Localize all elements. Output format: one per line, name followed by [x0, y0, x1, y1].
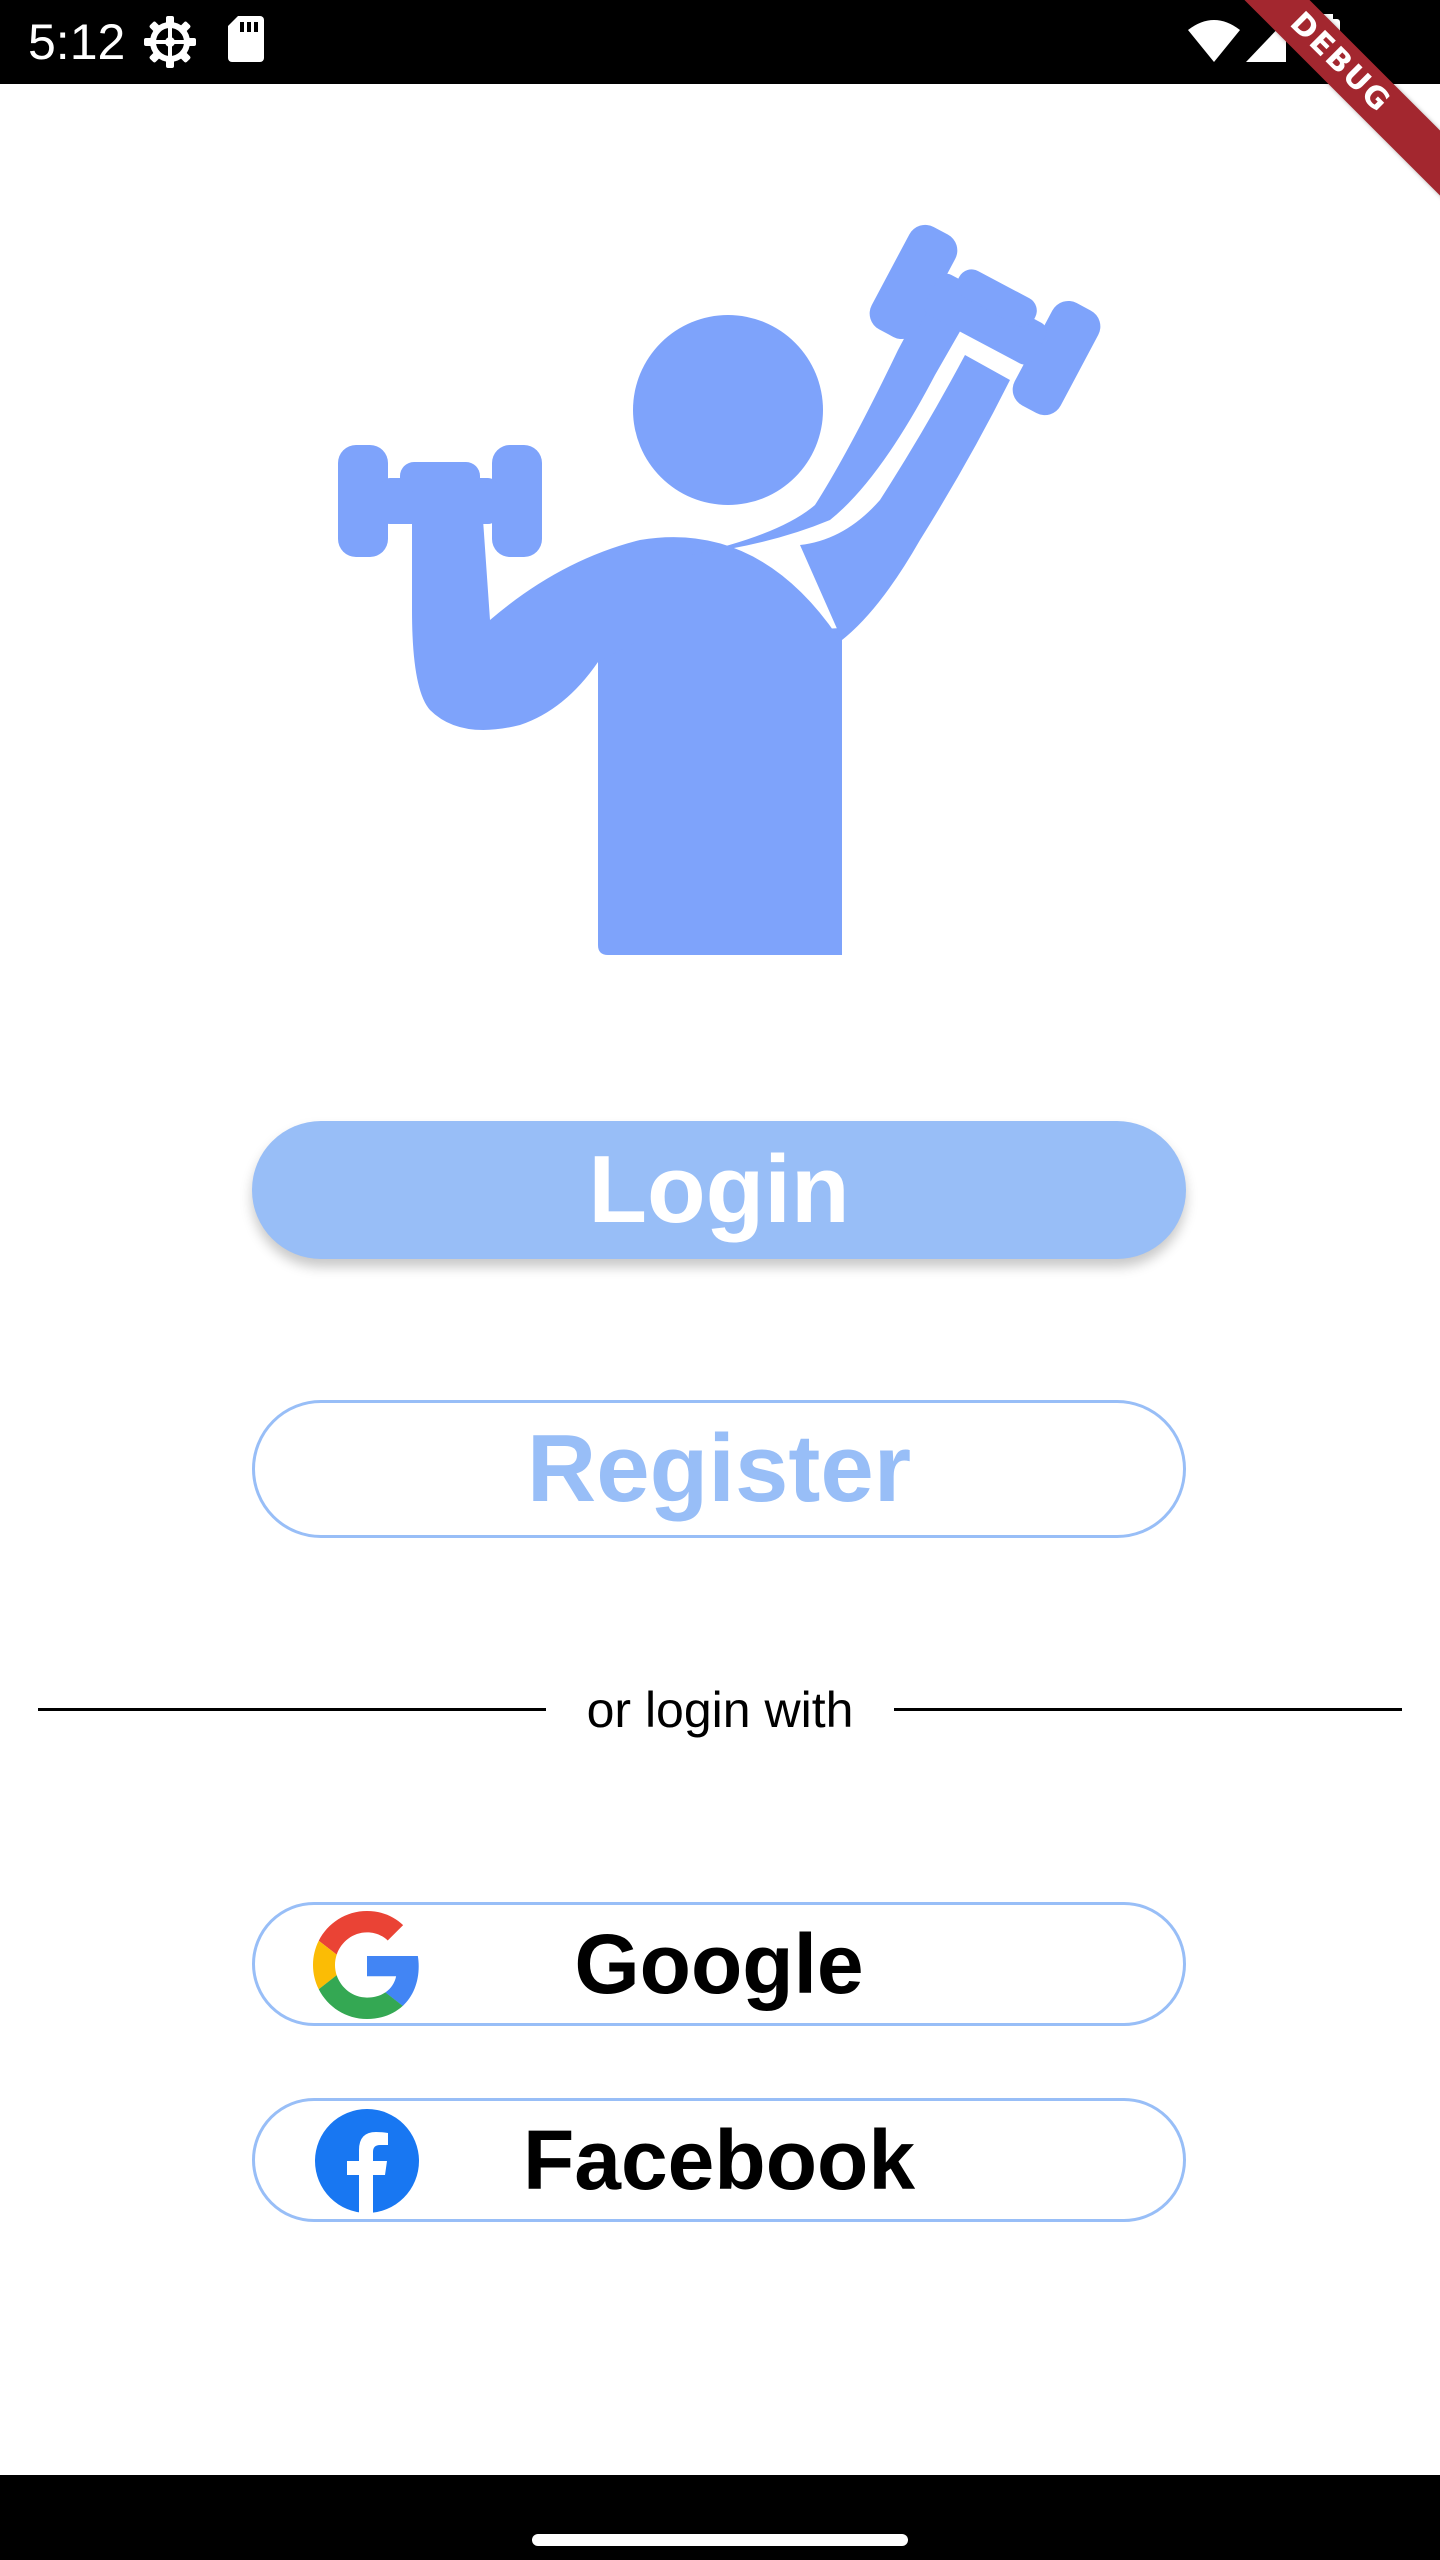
navigation-bar [0, 2475, 1440, 2560]
facebook-button-label: Facebook [522, 2113, 916, 2207]
sd-card-icon [226, 14, 266, 69]
wifi-icon [1186, 18, 1242, 69]
login-button[interactable]: Login [252, 1121, 1186, 1259]
divider-line-right [894, 1708, 1402, 1711]
register-button-label: Register [526, 1415, 912, 1522]
login-button-label: Login [588, 1136, 850, 1243]
google-button-label: Google [574, 1917, 864, 2011]
facebook-login-button[interactable]: Facebook [252, 2098, 1186, 2222]
register-button[interactable]: Register [252, 1400, 1186, 1538]
divider-text: or login with [586, 1682, 854, 1738]
status-bar: 5:12 DEBUG [0, 0, 1440, 228]
login-screen: 5:12 DEBUG Login Register or login with … [0, 0, 1440, 2560]
divider-line-left [38, 1708, 546, 1711]
home-indicator[interactable] [532, 2534, 908, 2546]
status-time: 5:12 [28, 14, 126, 70]
settings-gear-icon [142, 14, 198, 75]
weightlifter-icon [300, 210, 1160, 990]
google-login-button[interactable]: Google [252, 1902, 1186, 2026]
